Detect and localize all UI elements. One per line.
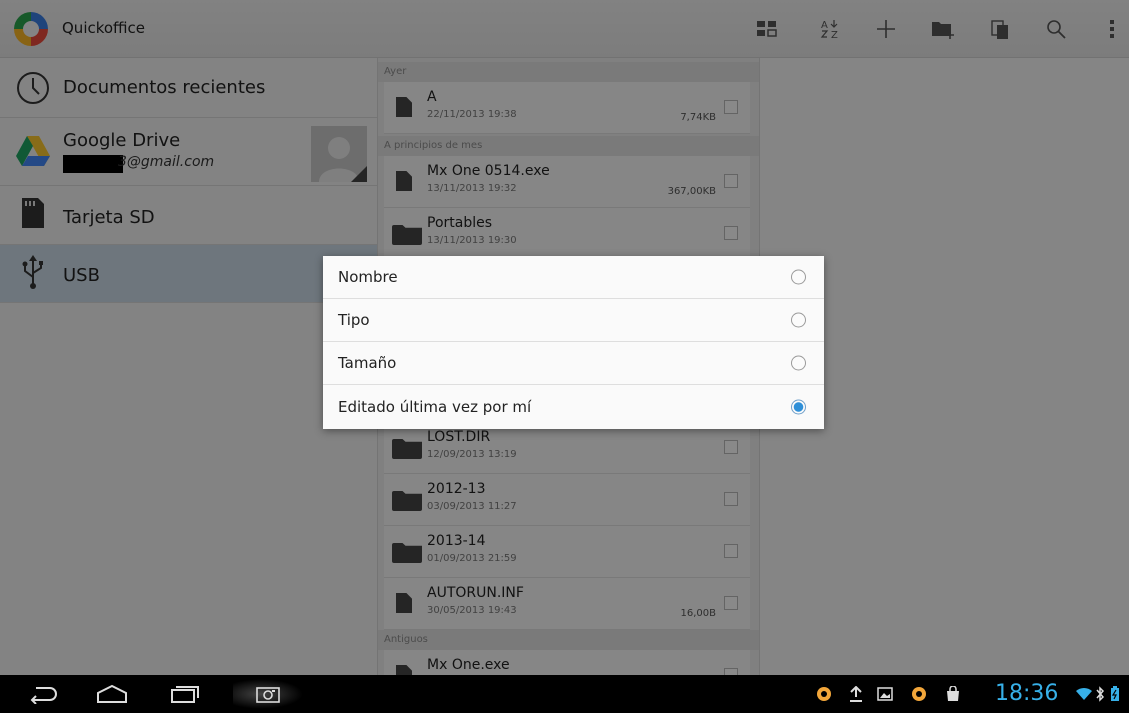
recent-apps-icon[interactable]: [160, 679, 210, 709]
gallery-icon[interactable]: [876, 685, 894, 703]
sort-option-label: Tamaño: [338, 354, 397, 372]
upload-icon[interactable]: [847, 685, 865, 703]
sort-option-type[interactable]: Tipo: [323, 299, 824, 342]
back-icon[interactable]: [18, 679, 68, 709]
sort-option-name[interactable]: Nombre: [323, 256, 824, 299]
app-notification-icon-2[interactable]: [910, 685, 928, 703]
sort-dialog: Nombre Tipo Tamaño Editado última vez po…: [323, 256, 824, 429]
quickoffice-window: Quickoffice AZ Documentos recientes Goog…: [0, 0, 1129, 675]
sort-option-label: Tipo: [338, 311, 370, 329]
status-clock[interactable]: 18:36: [995, 681, 1058, 706]
radio-button-selected[interactable]: [791, 399, 806, 415]
sort-option-size[interactable]: Tamaño: [323, 342, 824, 385]
system-bar: 18:36: [0, 675, 1129, 713]
radio-button[interactable]: [791, 355, 806, 371]
sort-option-label: Editado última vez por mí: [338, 398, 532, 416]
store-bag-icon[interactable]: [944, 685, 962, 703]
battery-icon: [1108, 685, 1122, 703]
bluetooth-icon: [1094, 685, 1106, 703]
radio-button[interactable]: [791, 269, 806, 285]
radio-button[interactable]: [791, 312, 806, 328]
wifi-icon: [1075, 685, 1093, 703]
app-notification-icon[interactable]: [815, 685, 833, 703]
sort-option-last-edited[interactable]: Editado última vez por mí: [323, 385, 824, 429]
home-icon[interactable]: [87, 679, 137, 709]
screenshot-icon[interactable]: [233, 679, 303, 709]
sort-option-label: Nombre: [338, 268, 398, 286]
